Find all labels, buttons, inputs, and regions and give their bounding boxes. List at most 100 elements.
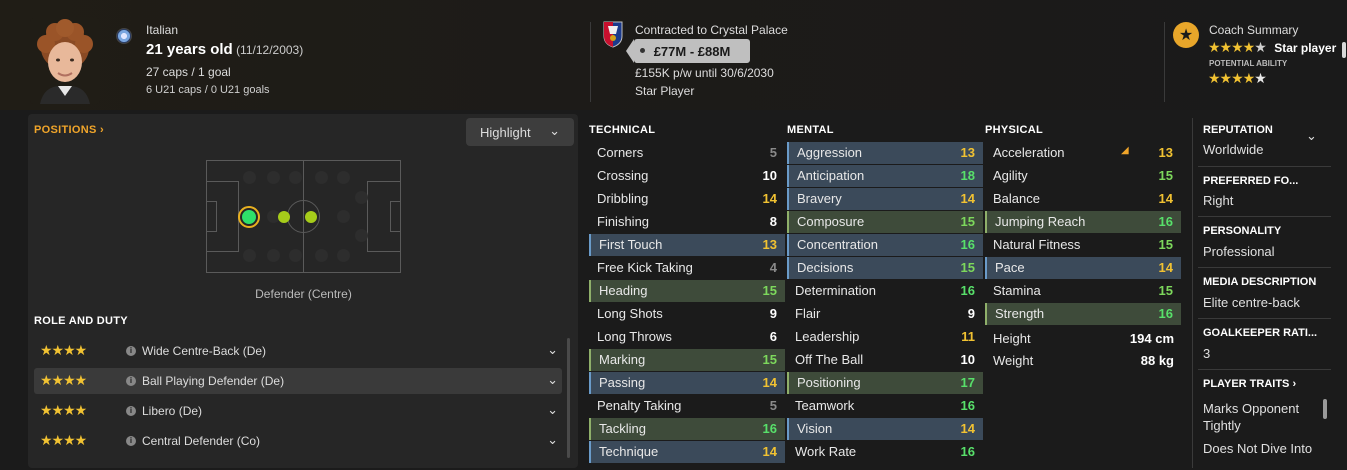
- value-range-badge[interactable]: £77M - £88M: [626, 39, 750, 63]
- chevron-down-icon[interactable]: ⌄: [1306, 128, 1317, 144]
- info-icon[interactable]: i: [126, 406, 136, 416]
- role-stars: ★★★★: [40, 372, 87, 388]
- attribute-row[interactable]: Tackling 16: [589, 418, 785, 440]
- attribute-value: 16: [1158, 306, 1173, 321]
- role-row[interactable]: ★★★★ i Libero (De) ⌄: [34, 398, 562, 424]
- chevron-down-icon[interactable]: ⌄: [547, 432, 558, 448]
- info-icon[interactable]: i: [126, 436, 136, 446]
- attribute-value: 15: [960, 214, 975, 229]
- positions-link[interactable]: POSITIONS ›: [34, 124, 104, 136]
- media-description-title: MEDIA DESCRIPTION: [1203, 276, 1317, 288]
- position-dot[interactable]: [355, 229, 368, 242]
- attribute-row[interactable]: Marking 15: [589, 349, 785, 371]
- attribute-row[interactable]: Positioning 17: [787, 372, 983, 394]
- attribute-label: Passing: [599, 375, 646, 390]
- attribute-value: 15: [960, 260, 975, 275]
- role-row[interactable]: ★★★★ i Central Defender (Co) ⌄: [34, 428, 562, 454]
- mental-title: MENTAL: [787, 124, 834, 136]
- attribute-value: 8: [769, 214, 777, 229]
- attribute-row[interactable]: Decisions 15: [787, 257, 983, 279]
- attribute-row[interactable]: Free Kick Taking 4: [589, 257, 785, 279]
- attribute-row[interactable]: Bravery 14: [787, 188, 983, 210]
- attribute-row[interactable]: Flair 9: [787, 303, 983, 325]
- attribute-row[interactable]: Teamwork 16: [787, 395, 983, 417]
- position-dot[interactable]: [315, 249, 328, 262]
- caps-goals: 27 caps / 1 goal: [146, 65, 231, 79]
- right-six-yard-box: [390, 201, 401, 232]
- attribute-label: Determination: [795, 283, 876, 298]
- info-icon[interactable]: i: [126, 346, 136, 356]
- highlight-dropdown[interactable]: Highlight ⌄: [466, 118, 574, 146]
- attribute-row[interactable]: Aggression 13: [787, 142, 983, 164]
- attribute-value: 16: [1158, 214, 1173, 229]
- player-avatar: [30, 18, 100, 104]
- chevron-down-icon[interactable]: ⌄: [547, 372, 558, 388]
- attribute-row[interactable]: Technique 14: [589, 441, 785, 463]
- position-dot[interactable]: [267, 171, 280, 184]
- attribute-row[interactable]: Strength 16: [985, 303, 1181, 325]
- position-dot[interactable]: [337, 171, 350, 184]
- roles-scrollbar[interactable]: [567, 338, 570, 458]
- attribute-row[interactable]: Concentration 16: [787, 234, 983, 256]
- chevron-down-icon[interactable]: ⌄: [547, 342, 558, 358]
- role-row-selected[interactable]: ★★★★ i Ball Playing Defender (De) ⌄: [34, 368, 562, 394]
- attribute-row[interactable]: Long Throws 6: [589, 326, 785, 348]
- attribute-value: 14: [762, 375, 777, 390]
- position-dot[interactable]: [289, 171, 302, 184]
- attribute-row[interactable]: Dribbling 14: [589, 188, 785, 210]
- attribute-row[interactable]: Passing 14: [589, 372, 785, 394]
- position-dot[interactable]: [315, 171, 328, 184]
- chevron-down-icon[interactable]: ⌄: [547, 402, 558, 418]
- natural-position-marker[interactable]: [242, 210, 256, 224]
- current-ability-half-star: ★: [1254, 39, 1267, 55]
- attribute-label: Marking: [599, 352, 646, 367]
- attribute-label: First Touch: [599, 237, 663, 252]
- attribute-row[interactable]: Penalty Taking 5: [589, 395, 785, 417]
- role-row[interactable]: ★★★★ i Wide Centre-Back (De) ⌄: [34, 338, 562, 364]
- position-dot[interactable]: [337, 210, 350, 223]
- attribute-row[interactable]: Corners 5: [589, 142, 785, 164]
- attribute-row[interactable]: First Touch 13: [589, 234, 785, 256]
- attribute-row[interactable]: Finishing 8: [589, 211, 785, 233]
- position-dot[interactable]: [243, 249, 256, 262]
- attribute-label: Positioning: [797, 375, 861, 390]
- attribute-row[interactable]: Anticipation 18: [787, 165, 983, 187]
- header-scrollbar[interactable]: [1342, 42, 1346, 58]
- traits-scrollbar[interactable]: [1323, 399, 1327, 419]
- attribute-label: Strength: [995, 306, 1045, 321]
- attribute-row[interactable]: Balance 14: [985, 188, 1181, 210]
- age-text: 21 years old: [146, 41, 233, 58]
- player-traits-link[interactable]: PLAYER TRAITS ›: [1203, 378, 1296, 390]
- alt-position-marker[interactable]: [305, 211, 317, 223]
- info-icon[interactable]: i: [126, 376, 136, 386]
- attribute-label: Aggression: [797, 145, 863, 160]
- attribute-row[interactable]: Vision 14: [787, 418, 983, 440]
- position-dot[interactable]: [243, 171, 256, 184]
- attribute-row[interactable]: Determination 16: [787, 280, 983, 302]
- attribute-row[interactable]: Stamina 15: [985, 280, 1181, 302]
- attribute-row[interactable]: Long Shots 9: [589, 303, 785, 325]
- coach-star-icon[interactable]: ★: [1173, 22, 1199, 48]
- attribute-row[interactable]: Heading 15: [589, 280, 785, 302]
- attribute-row[interactable]: Pace 14: [985, 257, 1181, 279]
- height-label: Height: [993, 331, 1031, 346]
- position-dot[interactable]: [337, 249, 350, 262]
- attribute-row[interactable]: Work Rate 16: [787, 441, 983, 463]
- position-dot[interactable]: [289, 249, 302, 262]
- attribute-row[interactable]: Natural Fitness 15: [985, 234, 1181, 256]
- attribute-value: 13: [960, 145, 975, 160]
- attribute-label: Concentration: [797, 237, 878, 252]
- attribute-label: Long Throws: [597, 329, 672, 344]
- alt-position-marker[interactable]: [278, 211, 290, 223]
- weight-value: 88 kg: [1140, 353, 1174, 368]
- attribute-row[interactable]: Leadership 11: [787, 326, 983, 348]
- attribute-row[interactable]: Off The Ball 10: [787, 349, 983, 371]
- attribute-row[interactable]: Agility 15: [985, 165, 1181, 187]
- attribute-row[interactable]: Composure 15: [787, 211, 983, 233]
- attribute-row[interactable]: Acceleration 13: [985, 142, 1181, 164]
- position-dot[interactable]: [267, 249, 280, 262]
- attribute-row[interactable]: Crossing 10: [589, 165, 785, 187]
- role-stars: ★★★★: [40, 402, 87, 418]
- attribute-row[interactable]: Jumping Reach 16: [985, 211, 1181, 233]
- position-dot[interactable]: [355, 191, 368, 204]
